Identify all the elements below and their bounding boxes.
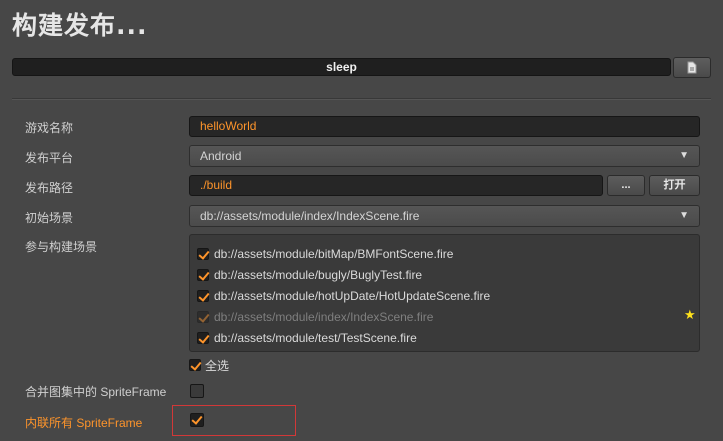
select-all-checkbox[interactable] [189, 359, 201, 371]
scene-path: db://assets/module/index/IndexScene.fire [214, 310, 434, 324]
scene-path: db://assets/module/bugly/BuglyTest.fire [214, 268, 423, 282]
list-item[interactable]: db://assets/module/test/TestScene.fire [197, 330, 417, 346]
list-item: db://assets/module/index/IndexScene.fire [197, 309, 433, 325]
scene-path: db://assets/module/bitMap/BMFontScene.fi… [214, 247, 454, 261]
document-icon [687, 61, 697, 74]
scene-path: db://assets/module/hotUpDate/HotUpdateSc… [214, 289, 491, 303]
scene-checkbox[interactable] [197, 248, 209, 260]
open-log-button[interactable] [673, 57, 711, 78]
list-item[interactable]: db://assets/module/bugly/BuglyTest.fire [197, 267, 422, 283]
build-progress-bar: sleep [12, 58, 671, 76]
dropdown-arrow-icon: ▼ [679, 210, 689, 221]
game-name-label: 游戏名称 [25, 121, 74, 135]
game-name-input[interactable]: helloWorld [189, 116, 700, 137]
build-scenes-list: db://assets/module/bitMap/BMFontScene.fi… [189, 234, 700, 352]
start-scene-selected-value: db://assets/module/index/IndexScene.fire [200, 209, 420, 223]
progress-status-text: sleep [326, 60, 357, 74]
highlight-box [172, 405, 296, 436]
merge-spriteframe-checkbox[interactable] [190, 384, 204, 398]
start-scene-label: 初始场景 [25, 211, 74, 225]
select-all-checkbox-row[interactable]: 全选 [189, 357, 229, 373]
dropdown-arrow-icon: ▼ [679, 150, 689, 161]
merge-spriteframe-label: 合并图集中的 SpriteFrame [25, 385, 167, 399]
section-divider-highlight [12, 99, 711, 100]
list-item[interactable]: db://assets/module/hotUpDate/HotUpdateSc… [197, 288, 490, 304]
platform-select[interactable]: Android ▼ [189, 145, 700, 167]
scene-checkbox[interactable] [197, 290, 209, 302]
scene-path: db://assets/module/test/TestScene.fire [214, 331, 417, 345]
start-scene-star-icon: ★ [684, 307, 696, 322]
start-scene-select[interactable]: db://assets/module/index/IndexScene.fire… [189, 205, 700, 227]
page-title: 构建发布... [12, 11, 148, 40]
select-all-label: 全选 [205, 358, 230, 373]
inline-spriteframe-label: 内联所有 SpriteFrame [25, 416, 143, 430]
scene-checkbox[interactable] [197, 269, 209, 281]
build-path-input[interactable]: ./build [189, 175, 603, 196]
build-scenes-label: 参与构建场景 [25, 240, 98, 254]
browse-path-button[interactable]: ... [607, 175, 645, 196]
platform-label: 发布平台 [25, 151, 74, 165]
scene-checkbox[interactable] [197, 332, 209, 344]
open-path-button[interactable]: 打开 [649, 175, 700, 196]
list-item[interactable]: db://assets/module/bitMap/BMFontScene.fi… [197, 246, 453, 262]
scene-checkbox-disabled [197, 311, 209, 323]
platform-selected-value: Android [200, 149, 242, 163]
build-path-label: 发布路径 [25, 181, 74, 195]
